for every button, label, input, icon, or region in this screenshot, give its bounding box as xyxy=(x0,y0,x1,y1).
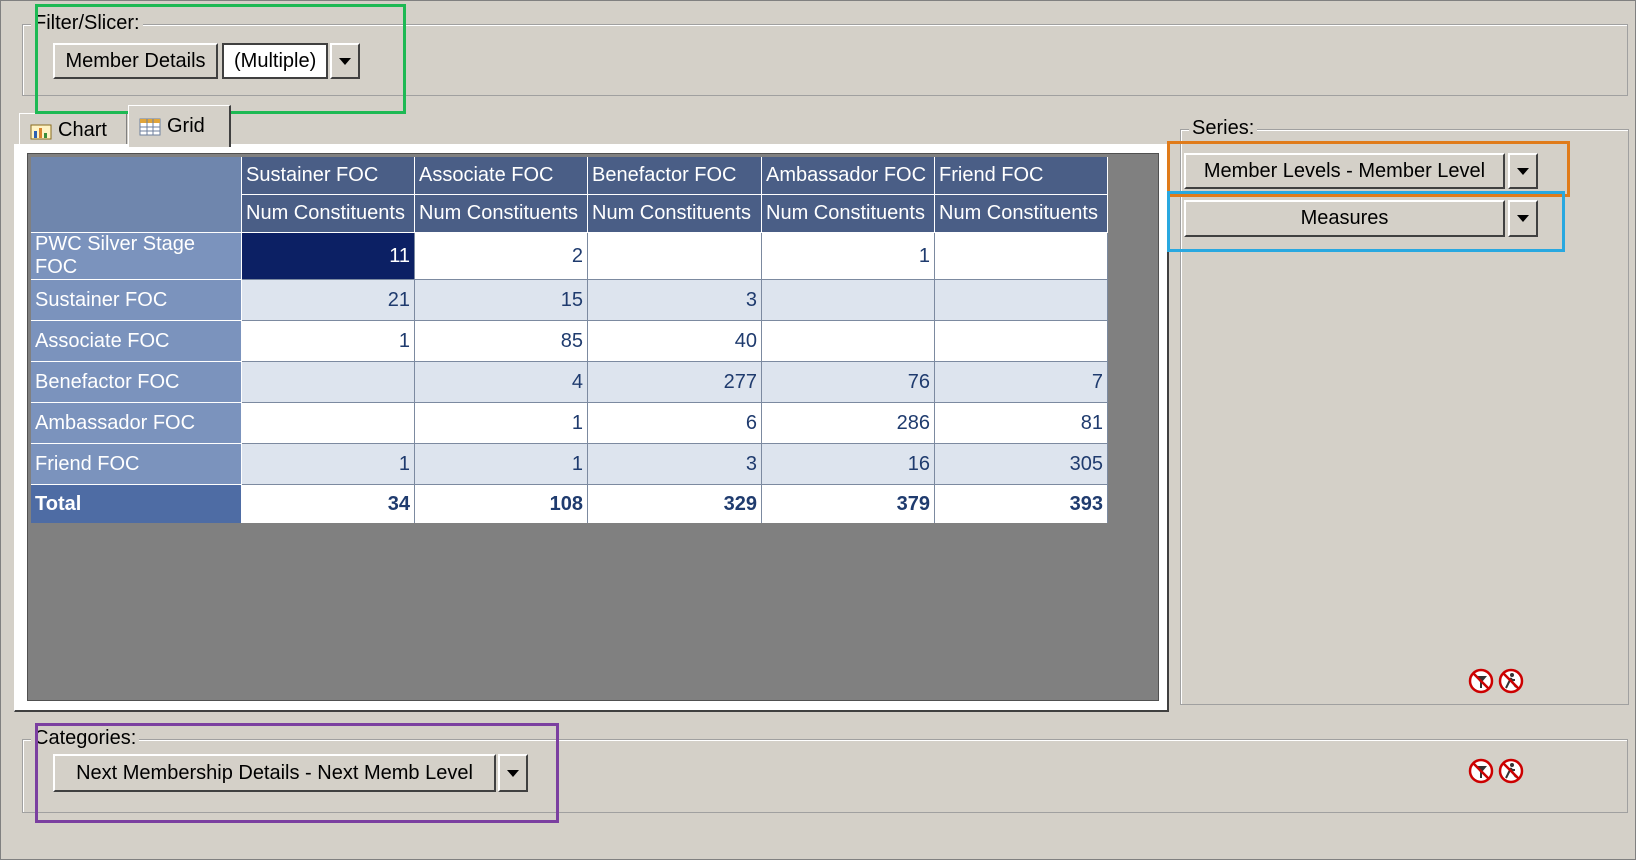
data-cell-selected[interactable]: 11 xyxy=(242,233,415,280)
row-header[interactable]: PWC Silver Stage FOC xyxy=(31,233,242,280)
data-cell[interactable]: 2 xyxy=(415,233,588,280)
total-cell[interactable]: 108 xyxy=(415,485,588,523)
series-member-level-button[interactable]: Member Levels - Member Level xyxy=(1184,153,1505,189)
chart-icon xyxy=(30,122,52,140)
series-member-level-dropdown[interactable] xyxy=(1508,153,1538,189)
measure-header[interactable]: Num Constituents xyxy=(935,195,1108,233)
chevron-down-icon xyxy=(1517,215,1529,222)
column-header[interactable]: Ambassador FOC xyxy=(762,157,935,195)
total-cell[interactable]: 393 xyxy=(935,485,1108,523)
tab-grid-label: Grid xyxy=(167,115,205,137)
data-cell[interactable]: 76 xyxy=(762,362,935,403)
data-cell[interactable]: 1 xyxy=(242,444,415,485)
grid-corner xyxy=(31,157,242,233)
data-cell[interactable]: 85 xyxy=(415,321,588,362)
pivot-designer-window: Filter/Slicer: Member Details (Multiple)… xyxy=(0,0,1636,860)
row-header[interactable]: Friend FOC xyxy=(31,444,242,485)
tab-grid[interactable]: Grid xyxy=(128,105,231,147)
filter-value-text: (Multiple) xyxy=(234,49,317,72)
data-cell[interactable]: 81 xyxy=(935,403,1108,444)
series-measures-button[interactable]: Measures xyxy=(1184,200,1505,237)
member-details-field-button[interactable]: Member Details xyxy=(53,43,218,79)
data-cell[interactable]: 15 xyxy=(415,280,588,321)
table-row: Ambassador FOC 1 6 286 81 xyxy=(31,403,1108,444)
categories-dropdown[interactable] xyxy=(498,754,528,792)
tab-chart-label: Chart xyxy=(58,119,107,141)
table-row: Associate FOC 1 85 40 xyxy=(31,321,1108,362)
data-cell[interactable]: 7 xyxy=(935,362,1108,403)
column-header[interactable]: Friend FOC xyxy=(935,157,1108,195)
data-cell[interactable] xyxy=(762,280,935,321)
data-cell[interactable]: 21 xyxy=(242,280,415,321)
chevron-down-icon xyxy=(1517,167,1529,175)
grid-icon xyxy=(139,118,161,136)
data-cell[interactable] xyxy=(588,233,762,280)
categories-next-memb-level-button[interactable]: Next Membership Details - Next Memb Leve… xyxy=(53,754,496,792)
table-row: Friend FOC 1 1 3 16 305 xyxy=(31,444,1108,485)
column-header[interactable]: Benefactor FOC xyxy=(588,157,762,195)
clear-filter-icon[interactable] xyxy=(1468,668,1494,694)
data-cell[interactable] xyxy=(242,362,415,403)
table-row: Sustainer FOC 21 15 3 xyxy=(31,280,1108,321)
total-cell[interactable]: 34 xyxy=(242,485,415,523)
tab-chart[interactable]: Chart xyxy=(19,113,127,147)
remove-field-icon[interactable] xyxy=(1498,758,1524,784)
data-cell[interactable]: 286 xyxy=(762,403,935,444)
categories-legend: Categories: xyxy=(31,727,140,750)
column-header[interactable]: Sustainer FOC xyxy=(242,157,415,195)
data-cell[interactable]: 1 xyxy=(415,403,588,444)
data-cell[interactable]: 6 xyxy=(588,403,762,444)
series-legend: Series: xyxy=(1189,117,1258,140)
data-cell[interactable] xyxy=(935,280,1108,321)
filter-slicer-legend: Filter/Slicer: xyxy=(31,12,143,35)
row-header[interactable]: Ambassador FOC xyxy=(31,403,242,444)
measure-header[interactable]: Num Constituents xyxy=(588,195,762,233)
measure-header[interactable]: Num Constituents xyxy=(762,195,935,233)
data-cell[interactable] xyxy=(935,321,1108,362)
data-cell[interactable]: 1 xyxy=(762,233,935,280)
row-header[interactable]: Sustainer FOC xyxy=(31,280,242,321)
categories-actions xyxy=(1468,758,1524,784)
data-cell[interactable]: 1 xyxy=(415,444,588,485)
filter-dropdown-button[interactable] xyxy=(330,43,360,79)
clear-filter-icon[interactable] xyxy=(1468,758,1494,784)
series-measures-label: Measures xyxy=(1300,207,1389,229)
table-row: Benefactor FOC 4 277 76 7 xyxy=(31,362,1108,403)
remove-field-icon[interactable] xyxy=(1498,668,1524,694)
data-cell[interactable]: 40 xyxy=(588,321,762,362)
measure-header[interactable]: Num Constituents xyxy=(415,195,588,233)
total-cell[interactable]: 329 xyxy=(588,485,762,523)
data-cell[interactable]: 4 xyxy=(415,362,588,403)
data-cell[interactable] xyxy=(762,321,935,362)
pivot-grid-area[interactable]: Sustainer FOC Associate FOC Benefactor F… xyxy=(27,153,1159,701)
member-details-label: Member Details xyxy=(65,49,206,72)
data-cell[interactable] xyxy=(242,403,415,444)
categories-next-memb-level-label: Next Membership Details - Next Memb Leve… xyxy=(76,761,473,784)
table-row: PWC Silver Stage FOC 11 2 1 xyxy=(31,233,1108,280)
row-header[interactable]: Benefactor FOC xyxy=(31,362,242,403)
series-actions xyxy=(1468,668,1524,694)
grid-tab-panel: Sustainer FOC Associate FOC Benefactor F… xyxy=(14,144,1169,712)
chevron-down-icon xyxy=(507,769,519,777)
data-cell[interactable] xyxy=(935,233,1108,280)
data-cell[interactable]: 277 xyxy=(588,362,762,403)
total-row: Total 34 108 329 379 393 xyxy=(31,485,1108,523)
member-details-filter-value[interactable]: (Multiple) xyxy=(222,43,328,79)
series-member-level-label: Member Levels - Member Level xyxy=(1203,159,1486,182)
data-cell[interactable]: 3 xyxy=(588,280,762,321)
series-measures-dropdown[interactable] xyxy=(1508,200,1538,237)
measure-header[interactable]: Num Constituents xyxy=(242,195,415,233)
pivot-grid-table: Sustainer FOC Associate FOC Benefactor F… xyxy=(31,157,1108,523)
data-cell[interactable]: 305 xyxy=(935,444,1108,485)
data-cell[interactable]: 1 xyxy=(242,321,415,362)
chevron-down-icon xyxy=(339,57,351,65)
data-cell[interactable]: 16 xyxy=(762,444,935,485)
data-cell[interactable]: 3 xyxy=(588,444,762,485)
row-header[interactable]: Associate FOC xyxy=(31,321,242,362)
total-cell[interactable]: 379 xyxy=(762,485,935,523)
total-row-header[interactable]: Total xyxy=(31,485,242,523)
column-header[interactable]: Associate FOC xyxy=(415,157,588,195)
